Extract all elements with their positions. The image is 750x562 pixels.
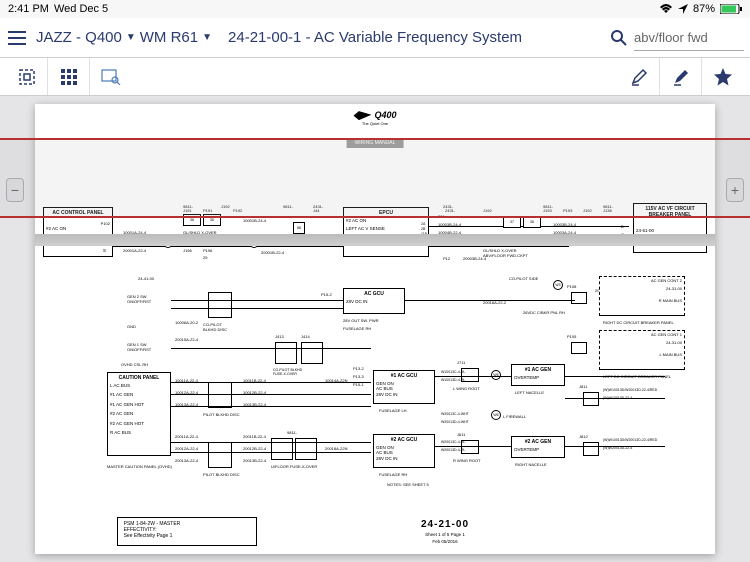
ata-ref: 24-41-00 xyxy=(138,276,154,281)
ac-gen2-box: #2 AC GEN OVERTEMP xyxy=(511,436,565,458)
search-in-page-button[interactable] xyxy=(90,58,132,95)
caution-panel-box: CAUTION PANEL L AC BUS #1 AC GEN #1 AC G… xyxy=(107,372,171,456)
fit-page-button[interactable] xyxy=(6,58,48,95)
battery-icon xyxy=(720,4,742,14)
breadcrumb[interactable]: JAZZ - Q400 ▼ WM R61 ▼ xyxy=(36,29,212,46)
caret-down-icon: ▼ xyxy=(202,32,212,43)
title-block: PSM 1-84-2W - MASTER EFFECTIVITY: See Ef… xyxy=(117,517,634,546)
ac-control-panel-box: AC CONTROL PANEL P102 #2 AC ON #1 AC ON … xyxy=(43,207,113,257)
nav-bar: JAZZ - Q400 ▼ WM R61 ▼ 24-21-00-1 - AC V… xyxy=(0,18,750,58)
crumb-aircraft[interactable]: JAZZ - Q400 xyxy=(36,29,122,46)
status-bar: 2:41 PM Wed Dec 5 87% xyxy=(0,0,750,18)
connector: 37 xyxy=(503,216,521,228)
grid-view-button[interactable] xyxy=(48,58,90,95)
manual-tab: WIRING MANUAL xyxy=(347,138,404,148)
crumb-manual[interactable]: WM R61 xyxy=(140,29,198,46)
battery-percent: 87% xyxy=(693,3,715,15)
wifi-icon xyxy=(659,4,673,14)
menu-button[interactable] xyxy=(6,27,28,49)
connector: 68 xyxy=(293,222,305,234)
status-date: Wed Dec 5 xyxy=(54,3,108,15)
connector: 36 xyxy=(203,214,221,226)
favorite-button[interactable] xyxy=(702,58,744,95)
connector: 38 xyxy=(523,216,541,228)
ac-gcu2-box: #2 AC GCU GEN ON AC BUS 28V DC IN xyxy=(373,434,435,468)
search-icon[interactable] xyxy=(610,29,628,47)
status-time: 2:41 PM xyxy=(8,3,49,15)
collapse-left-button[interactable]: − xyxy=(6,178,24,202)
plus-icon: + xyxy=(731,182,739,198)
epcu-box: EPCU #2 AC ON LEFT AC V SENSE #1 AC ON 2… xyxy=(343,207,429,257)
toolbar xyxy=(0,58,750,96)
expand-right-button[interactable]: + xyxy=(726,178,744,202)
caret-down-icon: ▼ xyxy=(126,32,136,43)
page-title: 24-21-00-1 - AC Variable Frequency Syste… xyxy=(228,29,522,46)
ac-gcu1-box: #1 AC GCU GEN ON AC BUS 28V DC IN xyxy=(373,370,435,404)
location-icon xyxy=(678,4,688,14)
connector: 36 xyxy=(183,214,201,226)
search-input[interactable] xyxy=(634,25,744,51)
wiring-diagram-page: Q400 The Quiet One WIRING MANUAL AC CONT… xyxy=(35,104,715,554)
aircraft-logo: Q400 xyxy=(35,110,715,120)
annotate-button[interactable] xyxy=(660,58,702,95)
highlight-button[interactable] xyxy=(618,58,660,95)
minus-icon: − xyxy=(11,182,19,198)
document-viewport[interactable]: Q400 The Quiet One WIRING MANUAL AC CONT… xyxy=(0,96,750,562)
logo-subtitle: The Quiet One xyxy=(35,121,715,126)
doc-number: 24-21-00 xyxy=(259,519,632,530)
ac-gcu-box: AC GCU 28V DC IN xyxy=(343,288,405,314)
ac-gen1-box: #1 AC GEN OVERTEMP xyxy=(511,364,565,386)
wiring-diagram: AC CONTROL PANEL P102 #2 AC ON #1 AC ON … xyxy=(43,152,707,518)
